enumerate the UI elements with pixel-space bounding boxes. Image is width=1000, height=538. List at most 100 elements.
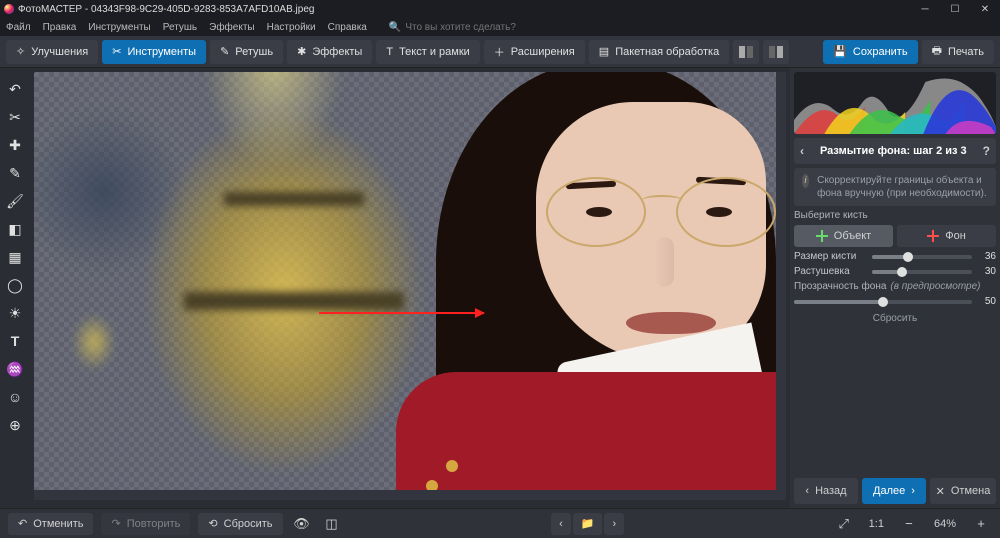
menu-help[interactable]: Справка <box>328 22 367 33</box>
brush-bg-pill[interactable]: Фон <box>897 225 996 247</box>
menu-search-input[interactable] <box>405 22 545 33</box>
zoom-out-icon[interactable]: − <box>898 513 920 535</box>
face-tool-icon[interactable]: ☺ <box>6 388 24 406</box>
next-file-button[interactable]: › <box>604 513 624 535</box>
zoom-in-icon[interactable]: + <box>970 513 992 535</box>
titlebar: ФотоМАСТЕР - 04343F98-9C29-405D-9283-853… <box>0 0 1000 18</box>
menubar: Файл Правка Инструменты Ретушь Эффекты Н… <box>0 18 1000 36</box>
redo-label: Повторить <box>127 518 181 530</box>
text-label: Текст и рамки <box>399 46 470 58</box>
gradient-tool-icon[interactable]: ◧ <box>6 220 24 238</box>
pen-tool-icon[interactable]: ✎ <box>6 164 24 182</box>
menu-effects[interactable]: Эффекты <box>209 22 254 33</box>
globe-tool-icon[interactable]: ⊕ <box>6 416 24 434</box>
menu-retouch[interactable]: Ретушь <box>163 22 197 33</box>
browse-file-button[interactable]: 📁 <box>573 513 603 535</box>
menu-file[interactable]: Файл <box>6 22 31 33</box>
info-text: Скорректируйте границы объекта и фона вр… <box>817 174 988 200</box>
menu-edit[interactable]: Правка <box>43 22 77 33</box>
redo-button[interactable]: ↷ Повторить <box>101 513 190 535</box>
canvas[interactable] <box>34 72 786 500</box>
app-logo-icon <box>4 4 14 14</box>
opacity-label-row: Прозрачность фона (в предпросмотре) <box>794 281 996 292</box>
panel-title: Размытие фона: шаг 2 из 3 <box>820 145 967 157</box>
undo-icon[interactable]: ↶ <box>6 80 24 98</box>
print-button[interactable]: 🖶 Печать <box>922 40 994 64</box>
effects-tab[interactable]: ✱ Эффекты <box>287 40 372 64</box>
reset-link[interactable]: Сбросить <box>794 313 996 324</box>
compare-b-icon[interactable] <box>763 40 789 64</box>
opacity-value: 50 <box>976 296 996 307</box>
zoom-pct[interactable]: 64% <box>928 518 962 530</box>
retouch-tab[interactable]: ✎ Ретушь <box>210 40 283 64</box>
canvas-scrollbar-h[interactable] <box>34 490 786 500</box>
compare-a-icon[interactable] <box>733 40 759 64</box>
text-tool-icon[interactable]: T <box>6 332 24 350</box>
brush-object-pill[interactable]: Объект <box>794 225 893 247</box>
panel-help-icon[interactable]: ? <box>983 144 990 158</box>
left-toolbar: ↶ ✂ ✚ ✎ 🖌 ◧ ▦ ◯ ☀ T ♒ ☺ ⊕ <box>0 68 30 508</box>
split-view-icon[interactable]: ◫ <box>321 513 343 535</box>
enhance-tab[interactable]: ✧ Улучшения <box>6 40 98 64</box>
chevron-left-icon: ‹ <box>805 485 809 497</box>
retouch-label: Ретушь <box>235 46 273 58</box>
statusbar: ↶ Отменить ↷ Повторить ⟲ Сбросить 👁 ◫ ‹ … <box>0 508 1000 538</box>
histogram[interactable] <box>794 72 996 134</box>
feather-slider[interactable] <box>872 270 972 274</box>
wand-icon: ✧ <box>16 45 25 58</box>
panel-back-icon[interactable]: ‹ <box>800 144 804 158</box>
chevron-right-icon: › <box>911 485 915 497</box>
back-button[interactable]: ‹ Назад <box>794 478 858 504</box>
menu-settings[interactable]: Настройки <box>267 22 316 33</box>
levels-tool-icon[interactable]: ♒ <box>6 360 24 378</box>
zoom-ratio[interactable]: 1:1 <box>863 518 890 530</box>
undo-label: Отменить <box>33 518 83 530</box>
panel-nav: ‹ Назад Далее › ✕ Отмена <box>794 478 996 504</box>
close-icon: ✕ <box>936 485 945 498</box>
next-button[interactable]: Далее › <box>862 478 926 504</box>
reset-button[interactable]: ⟲ Сбросить <box>198 513 282 535</box>
panel-header: ‹ Размытие фона: шаг 2 из 3 ? <box>794 138 996 164</box>
sun-tool-icon[interactable]: ☀ <box>6 304 24 322</box>
right-panel: ‹ Размытие фона: шаг 2 из 3 ? i Скоррект… <box>790 68 1000 508</box>
feather-row: Растушевка 30 <box>794 266 996 277</box>
heal-tool-icon[interactable]: ✚ <box>6 136 24 154</box>
batch-button[interactable]: ▤ Пакетная обработка <box>589 40 729 64</box>
info-box: i Скорректируйте границы объекта и фона … <box>794 168 996 206</box>
cancel-label: Отмена <box>951 485 990 497</box>
opacity-slider[interactable] <box>794 300 972 304</box>
sparkle-icon: ✱ <box>297 45 306 58</box>
text-tab[interactable]: T Текст и рамки <box>376 40 479 64</box>
print-icon: 🖶 <box>932 42 942 61</box>
tools-tab[interactable]: ✂ Инструменты <box>102 40 206 64</box>
save-button[interactable]: 💾 Сохранить <box>823 40 917 64</box>
grid-tool-icon[interactable]: ▦ <box>6 248 24 266</box>
brush-size-slider[interactable] <box>872 255 972 259</box>
undo-icon: ↶ <box>18 517 27 530</box>
minimize-button[interactable]: ─ <box>910 0 940 18</box>
close-button[interactable]: ✕ <box>970 0 1000 18</box>
prev-file-button[interactable]: ‹ <box>551 513 571 535</box>
plus-icon: ＋ <box>494 44 505 60</box>
brush-tool-icon[interactable]: 🖌 <box>6 192 24 210</box>
canvas-scrollbar-v[interactable] <box>776 72 786 500</box>
maximize-button[interactable]: ☐ <box>940 0 970 18</box>
file-nav-group: ‹ 📁 › <box>551 513 624 535</box>
redo-icon: ↷ <box>111 517 120 530</box>
cancel-button[interactable]: ✕ Отмена <box>930 478 996 504</box>
back-label: Назад <box>815 485 847 497</box>
undo-button[interactable]: ↶ Отменить <box>8 513 93 535</box>
main-toolbar: ✧ Улучшения ✂ Инструменты ✎ Ретушь ✱ Эфф… <box>0 36 1000 68</box>
feather-value: 30 <box>976 266 996 277</box>
menu-tools[interactable]: Инструменты <box>88 22 150 33</box>
extensions-tab[interactable]: ＋ Расширения <box>484 40 585 64</box>
info-icon: i <box>802 174 809 188</box>
extensions-label: Расширения <box>511 46 575 58</box>
fit-screen-icon[interactable]: ⤢ <box>833 513 855 535</box>
menu-search: 🔍 <box>389 22 545 33</box>
save-label: Сохранить <box>853 46 908 58</box>
eye-toggle-icon[interactable]: 👁 <box>291 513 313 535</box>
vignette-tool-icon[interactable]: ◯ <box>6 276 24 294</box>
next-label: Далее <box>873 485 905 497</box>
crop-tool-icon[interactable]: ✂ <box>6 108 24 126</box>
